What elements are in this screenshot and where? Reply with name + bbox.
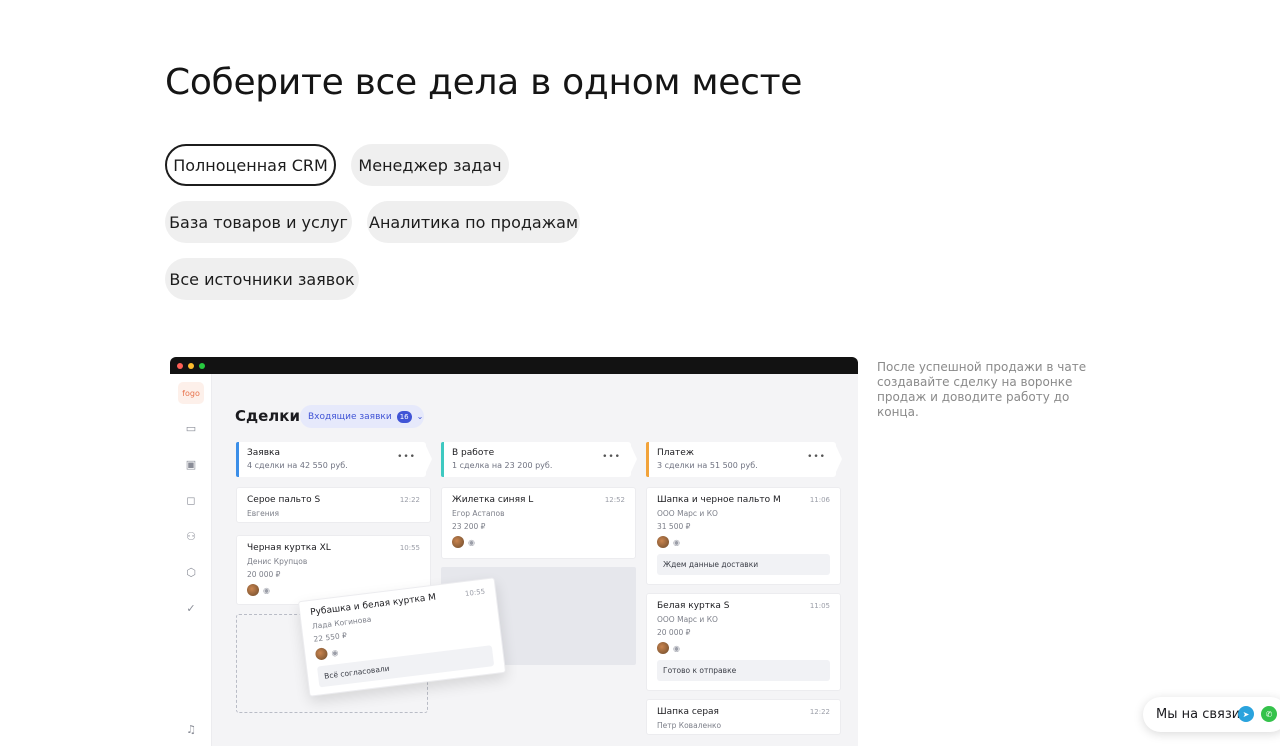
deal-note: Ждем данные доставки xyxy=(657,554,830,575)
column-arrow xyxy=(836,446,842,472)
incoming-count-badge: 16 xyxy=(396,410,412,423)
app-sidebar: fogo ▭ ▣ ◻ ⚇ ⬡ ✓ ♫ xyxy=(170,374,212,746)
column-head-request: Заявка 4 сделки на 42 550 руб. ••• xyxy=(236,442,432,477)
deal-name: Белая куртка S xyxy=(657,601,730,611)
tab-products[interactable]: База товаров и услуг xyxy=(165,201,352,243)
deal-person: ООО Марс и КО xyxy=(657,509,718,518)
deal-time: 12:22 xyxy=(399,496,420,504)
deal-person: Евгения xyxy=(247,509,280,518)
deal-time: 11:05 xyxy=(809,602,830,610)
deal-person: Денис Крупцов xyxy=(247,557,308,566)
deal-time: 12:22 xyxy=(809,708,830,716)
more-icon[interactable]: ••• xyxy=(602,452,621,462)
tab-lead-sources[interactable]: Все источники заявок xyxy=(165,258,359,300)
deal-price: 23 200 ₽ xyxy=(452,522,486,531)
minimize-dot-icon xyxy=(188,363,194,369)
tab-crm[interactable]: Полноценная CRM xyxy=(165,144,336,186)
deal-name: Серое пальто S xyxy=(247,495,321,505)
column-color-bar xyxy=(646,442,649,477)
column-summary: 4 сделки на 42 550 руб. xyxy=(247,461,348,470)
deal-time: 11:06 xyxy=(809,496,830,504)
briefcase-icon[interactable]: ▣ xyxy=(184,457,198,471)
column-head-payment: Платеж 3 сделки на 51 500 руб. ••• xyxy=(646,442,842,477)
avatar xyxy=(657,536,669,548)
eye-icon: ◉ xyxy=(673,537,680,547)
deal-note: Готово к отправке xyxy=(657,660,830,681)
box-icon[interactable]: ⬡ xyxy=(184,565,198,579)
column-head-in-work: В работе 1 сделка на 23 200 руб. ••• xyxy=(441,442,637,477)
deal-card[interactable]: Белая куртка S 11:05 ООО Марс и КО 20 00… xyxy=(646,593,841,691)
page-title: Соберите все дела в одном месте xyxy=(165,62,803,103)
chat-icon[interactable]: ◻ xyxy=(184,493,198,507)
close-dot-icon xyxy=(177,363,183,369)
column-color-bar xyxy=(236,442,239,477)
inbox-icon[interactable]: ▭ xyxy=(184,421,198,435)
column-summary: 3 сделки на 51 500 руб. xyxy=(657,461,758,470)
deals-title: Сделки xyxy=(235,407,300,425)
deal-person: ООО Марс и КО xyxy=(657,615,718,624)
eye-icon: ◉ xyxy=(468,537,475,547)
telegram-icon[interactable]: ➤ xyxy=(1238,706,1254,722)
deal-price: 20 000 ₽ xyxy=(657,628,691,637)
deal-time: 10:55 xyxy=(399,544,420,552)
column-arrow xyxy=(631,446,637,472)
tab-task-manager[interactable]: Менеджер задач xyxy=(351,144,509,186)
deal-card[interactable]: Серое пальто S 12:22 Евгения xyxy=(236,487,431,523)
deal-time: 12:52 xyxy=(604,496,625,504)
chevron-down-icon: ⌄ xyxy=(416,412,424,421)
bell-icon[interactable]: ♫ xyxy=(184,722,198,736)
eye-icon: ◉ xyxy=(263,585,270,595)
eye-icon: ◉ xyxy=(330,647,339,658)
avatar xyxy=(452,536,464,548)
more-icon[interactable]: ••• xyxy=(807,452,826,462)
feature-description: После успешной продажи в чате создавайте… xyxy=(877,360,1087,419)
column-arrow xyxy=(426,446,432,472)
deal-person: Егор Астапов xyxy=(452,509,505,518)
avatar xyxy=(657,642,669,654)
more-icon[interactable]: ••• xyxy=(397,452,416,462)
window-titlebar xyxy=(170,357,858,374)
eye-icon: ◉ xyxy=(673,643,680,653)
deal-name: Жилетка синяя L xyxy=(452,495,534,505)
deal-price: 31 500 ₽ xyxy=(657,522,691,531)
logo: fogo xyxy=(178,382,204,404)
deal-price: 20 000 ₽ xyxy=(247,570,281,579)
deal-person: Петр Коваленко xyxy=(657,721,722,730)
deal-card[interactable]: Жилетка синяя L 12:52 Егор Астапов 23 20… xyxy=(441,487,636,559)
incoming-label: Входящие заявки xyxy=(308,411,392,422)
maximize-dot-icon xyxy=(199,363,205,369)
column-summary: 1 сделка на 23 200 руб. xyxy=(452,461,553,470)
deal-name: Шапка серая xyxy=(657,707,719,717)
chat-widget-button[interactable]: Мы на связи ➤ ✆ xyxy=(1143,697,1280,732)
chat-widget-label: Мы на связи xyxy=(1156,707,1241,722)
deal-name: Шапка и черное пальто M xyxy=(657,495,781,505)
whatsapp-icon[interactable]: ✆ xyxy=(1261,706,1277,722)
column-color-bar xyxy=(441,442,444,477)
check-circle-icon[interactable]: ✓ xyxy=(184,601,198,615)
users-icon[interactable]: ⚇ xyxy=(184,529,198,543)
deal-card[interactable]: Шапка и черное пальто M 11:06 ООО Марс и… xyxy=(646,487,841,585)
app-screenshot: fogo ▭ ▣ ◻ ⚇ ⬡ ✓ ♫ Сделки Входящие заявк… xyxy=(170,357,858,746)
tab-analytics[interactable]: Аналитика по продажам xyxy=(367,201,580,243)
deal-name: Черная куртка XL xyxy=(247,543,331,553)
incoming-requests-dropdown[interactable]: Входящие заявки 16 ⌄ xyxy=(300,405,424,428)
avatar xyxy=(247,584,259,596)
deal-card[interactable]: Шапка серая 12:22 Петр Коваленко xyxy=(646,699,841,735)
avatar xyxy=(314,647,329,661)
